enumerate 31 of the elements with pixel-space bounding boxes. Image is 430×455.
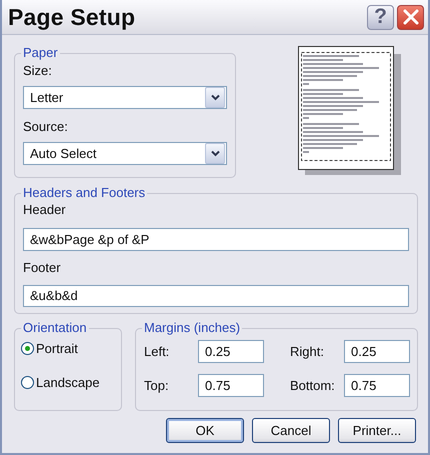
dialog-button[interactable]: OK (166, 418, 244, 443)
group-legend: Margins (inches) (142, 320, 242, 335)
input-field[interactable]: 0.25 (344, 340, 410, 363)
window-title: Page Setup (8, 4, 136, 30)
field-label: Right: (290, 344, 325, 360)
help-button[interactable]: ? (367, 4, 394, 30)
field-label: Source: (23, 119, 69, 135)
radio-option[interactable]: Landscape (21, 371, 115, 393)
field-label: Footer (23, 260, 62, 276)
field-label: Top: (144, 378, 170, 394)
field-label: Left: (144, 344, 170, 360)
dialog-button[interactable]: Printer... (338, 418, 416, 443)
group-legend: Headers and Footers (21, 185, 148, 200)
dialog-button[interactable]: Cancel (252, 418, 330, 443)
chevron-icon (210, 150, 220, 157)
input-field[interactable]: 0.75 (198, 374, 264, 397)
input-field[interactable]: &w&bPage &p of &P (23, 228, 409, 250)
close-icon (402, 9, 418, 25)
input-field[interactable]: &u&b&d (23, 284, 409, 307)
dropdown[interactable]: Letter (23, 86, 227, 109)
radio-option[interactable]: Portrait (21, 337, 115, 359)
field-label: Bottom: (290, 378, 336, 394)
input-field[interactable]: 0.75 (344, 374, 410, 397)
close-button[interactable] (397, 4, 424, 30)
field-label: Size: (23, 63, 53, 79)
dropdown[interactable]: Auto Select (23, 142, 227, 165)
chevron-icon (210, 94, 220, 101)
group-legend: Paper (21, 45, 60, 60)
input-field[interactable]: 0.25 (198, 340, 264, 363)
field-label: Header (23, 202, 67, 218)
group-legend: Orientation (21, 320, 89, 335)
